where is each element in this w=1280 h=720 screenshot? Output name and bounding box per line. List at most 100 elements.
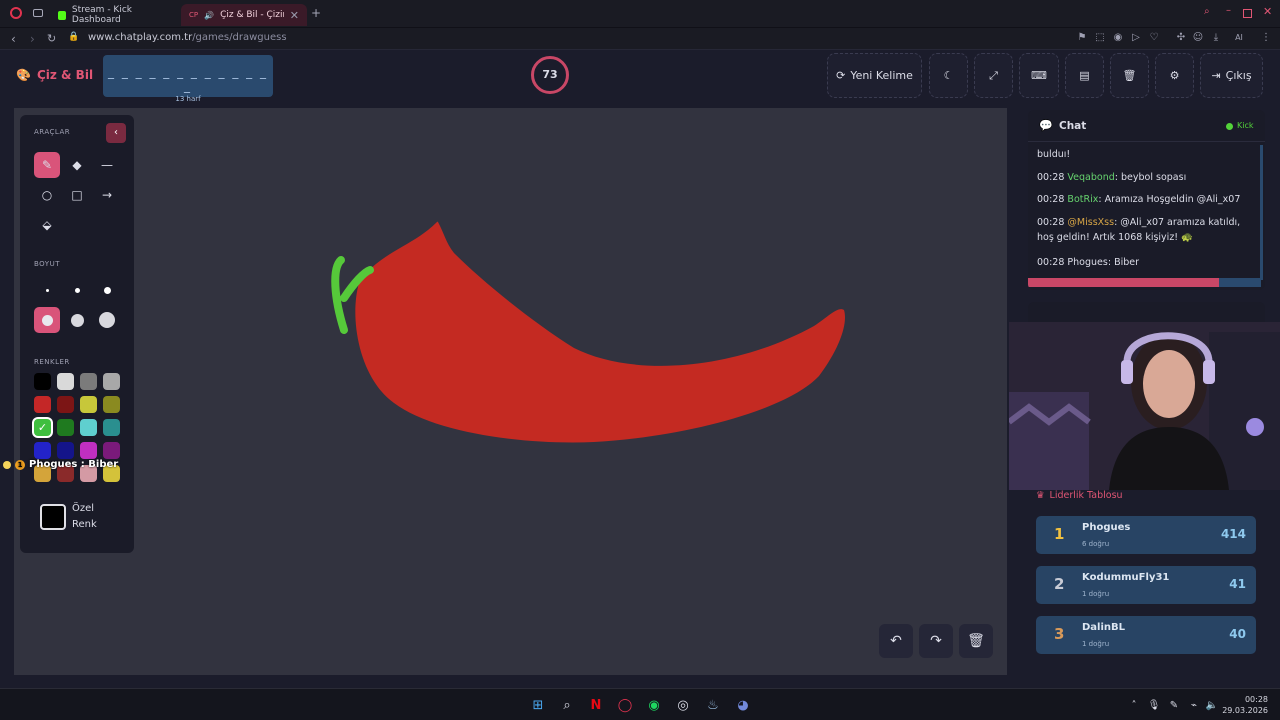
- rectangle-tool[interactable]: □: [64, 182, 90, 208]
- color-swatch[interactable]: [103, 373, 120, 390]
- windows-start-icon[interactable]: ⊞: [528, 695, 548, 715]
- color-swatch[interactable]: [80, 419, 97, 436]
- obs-icon[interactable]: ◎: [673, 695, 693, 715]
- color-swatch[interactable]: [57, 419, 74, 436]
- volume-icon[interactable]: 🔈: [1202, 695, 1222, 715]
- archive-button[interactable]: ▤: [1065, 53, 1104, 98]
- reload-icon[interactable]: ↻: [47, 32, 56, 45]
- exit-button[interactable]: ⇥ Çıkış: [1200, 53, 1263, 98]
- message-user[interactable]: Veqabond: [1067, 172, 1114, 183]
- new-tab-button[interactable]: +: [311, 6, 321, 20]
- word-length: 13 harf: [175, 95, 201, 103]
- size-xxl[interactable]: [94, 307, 120, 333]
- opera-icon[interactable]: ◯: [615, 695, 635, 715]
- brush-tool[interactable]: ✎: [34, 152, 60, 178]
- profile-icon[interactable]: ☺: [1192, 32, 1204, 44]
- color-swatch[interactable]: [34, 373, 51, 390]
- canvas-clear-button[interactable]: 🗑: [959, 624, 993, 658]
- leaderboard-title-label: Liderlik Tablosu: [1049, 490, 1123, 501]
- line-tool[interactable]: —: [94, 152, 120, 178]
- heart-icon[interactable]: ♡: [1148, 32, 1160, 44]
- color-swatch[interactable]: [103, 442, 120, 459]
- new-word-button[interactable]: ⟳ Yeni Kelime: [827, 53, 922, 98]
- message-user[interactable]: BotRix: [1067, 194, 1098, 205]
- search-icon[interactable]: ⌕: [557, 695, 577, 715]
- discord-icon[interactable]: ◕: [733, 695, 753, 715]
- collapse-tools-button[interactable]: ‹: [106, 123, 126, 143]
- netflix-icon[interactable]: N: [586, 695, 606, 715]
- size-s[interactable]: [64, 277, 90, 303]
- tab-kick-dashboard[interactable]: Stream - Kick Dashboard: [50, 4, 178, 26]
- color-swatch[interactable]: [80, 373, 97, 390]
- chat-scrollbar[interactable]: [1260, 145, 1263, 280]
- search-tabs-icon[interactable]: ⌕: [1204, 6, 1210, 17]
- new-word-label: Yeni Kelime: [850, 69, 913, 82]
- message-user[interactable]: Phogues: [1067, 257, 1107, 268]
- eraser-tool[interactable]: ◆: [64, 152, 90, 178]
- extensions-icon[interactable]: ✣: [1175, 32, 1187, 44]
- message-text: bulduı!: [1037, 149, 1071, 160]
- color-swatch[interactable]: [57, 442, 74, 459]
- message-user[interactable]: @MissXss: [1067, 217, 1114, 228]
- back-icon[interactable]: ‹: [11, 32, 16, 46]
- round-timer: 73: [531, 56, 569, 94]
- fullscreen-button[interactable]: ⤢: [974, 53, 1013, 98]
- tab-close-icon[interactable]: ✕: [290, 9, 299, 22]
- chat-title: Chat: [1059, 120, 1087, 132]
- color-swatch[interactable]: [80, 396, 97, 413]
- camera-icon[interactable]: ◉: [1112, 32, 1124, 44]
- custom-color-swatch[interactable]: [40, 504, 66, 530]
- color-swatch[interactable]: ✓: [34, 419, 51, 436]
- minimize-icon[interactable]: –: [1226, 5, 1231, 16]
- message-time: 00:28: [1037, 257, 1065, 268]
- play-icon[interactable]: ▷: [1130, 32, 1142, 44]
- opera-logo-icon[interactable]: [10, 7, 22, 19]
- forward-icon[interactable]: ›: [30, 32, 35, 46]
- drawing-canvas[interactable]: [14, 108, 1007, 675]
- ai-icon[interactable]: AI: [1228, 32, 1250, 44]
- color-swatch[interactable]: [57, 373, 74, 390]
- colors-title: RENKLER: [34, 358, 70, 366]
- archive-icon: ▤: [1079, 69, 1090, 82]
- color-swatch[interactable]: [34, 396, 51, 413]
- keyboard-button[interactable]: ⌨: [1019, 53, 1059, 98]
- trash-icon: 🗑: [1122, 69, 1137, 82]
- color-swatch[interactable]: [103, 419, 120, 436]
- maximize-icon[interactable]: [1243, 9, 1252, 18]
- close-window-icon[interactable]: ✕: [1263, 5, 1272, 18]
- url-field[interactable]: www.chatplay.com.tr/games/drawguess: [88, 32, 287, 43]
- size-xl[interactable]: [64, 307, 90, 333]
- network-icon[interactable]: ⌁: [1184, 695, 1204, 715]
- color-swatch[interactable]: [103, 396, 120, 413]
- color-swatch[interactable]: [80, 442, 97, 459]
- pen-icon[interactable]: ✎: [1164, 695, 1184, 715]
- redo-button[interactable]: ↷: [919, 624, 953, 658]
- spotify-icon[interactable]: ◉: [644, 695, 664, 715]
- clear-button[interactable]: 🗑: [1110, 53, 1149, 98]
- color-swatch[interactable]: [34, 442, 51, 459]
- menu-icon[interactable]: ⋮: [1260, 32, 1272, 44]
- screenshot-icon[interactable]: ⬚: [1094, 32, 1106, 44]
- tab-overview-icon[interactable]: [33, 9, 43, 17]
- circle-tool[interactable]: ○: [34, 182, 60, 208]
- size-l[interactable]: [34, 307, 60, 333]
- undo-button[interactable]: ↶: [879, 624, 913, 658]
- steam-icon[interactable]: ♨: [703, 695, 723, 715]
- lock-icon: 🔒: [68, 32, 80, 42]
- download-icon[interactable]: ⤓: [1210, 32, 1222, 44]
- tray-chevron-icon[interactable]: ˄: [1124, 695, 1144, 715]
- guess-rank-badge: 1: [15, 459, 25, 470]
- audio-speaker-icon[interactable]: 🔊: [204, 11, 214, 20]
- tab-ciz-bil[interactable]: CP 🔊 Çiz & Bil - Çizim Oy ✕: [181, 4, 307, 26]
- size-m[interactable]: [94, 277, 120, 303]
- microphone-icon[interactable]: 🎙: [1144, 695, 1164, 715]
- system-clock[interactable]: 00:28 29.03.2026: [1222, 694, 1268, 716]
- theme-toggle-button[interactable]: ☾: [929, 53, 968, 98]
- size-xs[interactable]: [34, 277, 60, 303]
- fill-tool[interactable]: ⬙: [34, 212, 60, 238]
- arrow-tool[interactable]: →: [94, 182, 120, 208]
- color-swatch[interactable]: [57, 396, 74, 413]
- settings-button[interactable]: ⚙: [1155, 53, 1194, 98]
- brand[interactable]: 🎨 Çiz & Bil: [16, 68, 93, 82]
- bookmark-icon[interactable]: ⚑: [1076, 32, 1088, 44]
